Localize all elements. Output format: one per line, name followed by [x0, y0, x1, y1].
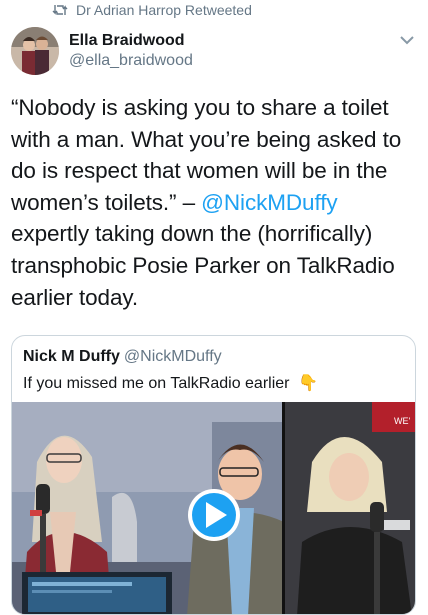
pointing-down-emoji: 👇 [297, 375, 318, 392]
retweet-icon [52, 5, 68, 15]
play-button[interactable] [188, 489, 240, 541]
mention-link[interactable]: @NickMDuffy [201, 190, 337, 215]
quoted-text: If you missed me on TalkRadio earlier 👇 [23, 373, 318, 393]
quoted-tweet-card[interactable]: Nick M Duffy @NickMDuffy If you missed me… [11, 335, 416, 615]
quoted-author-name: Nick M Duffy [23, 348, 120, 365]
video-thumbnail[interactable]: WE' [12, 402, 416, 615]
tweet-text: “Nobody is asking you to share a toilet … [11, 92, 416, 313]
quoted-author[interactable]: Nick M Duffy @NickMDuffy [23, 348, 222, 366]
retweet-text: Dr Adrian Harrop Retweeted [76, 2, 252, 18]
quoted-author-handle: @NickMDuffy [123, 348, 222, 365]
avatar[interactable] [11, 27, 59, 75]
media-sign-text: WE' [394, 416, 410, 426]
author-name[interactable]: Ella Braidwood [69, 32, 185, 50]
quoted-text-body: If you missed me on TalkRadio earlier [23, 375, 290, 392]
author-handle[interactable]: @ella_braidwood [69, 52, 193, 70]
tweet-text-part2: expertly taking down the (horrifically) … [11, 221, 395, 310]
retweet-indicator[interactable]: Dr Adrian Harrop Retweeted [52, 2, 252, 18]
chevron-down-icon[interactable] [398, 34, 416, 46]
